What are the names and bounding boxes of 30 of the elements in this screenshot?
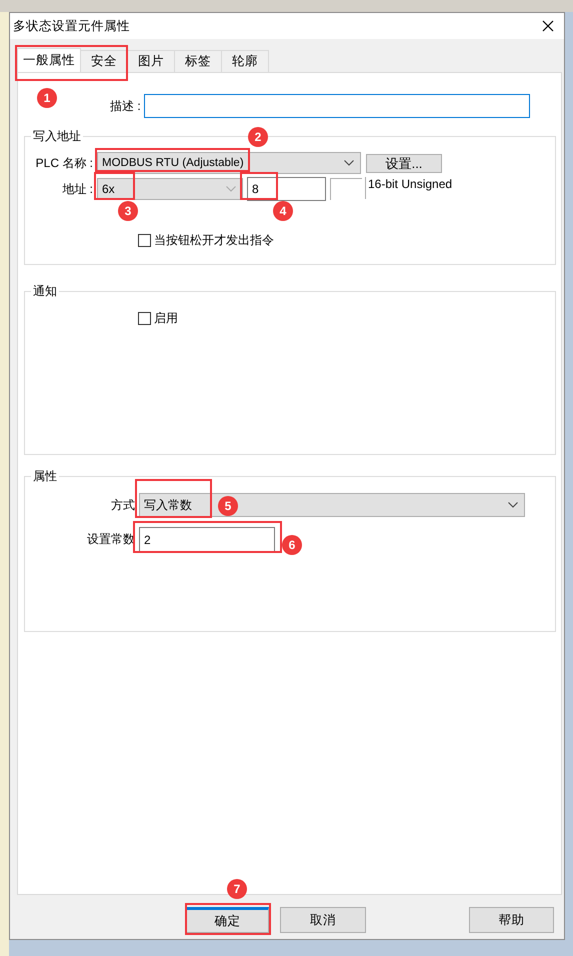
field-label: 设置常数 <box>86 531 136 548</box>
field-label: 地址 : <box>61 180 94 198</box>
tab[interactable]: 轮廓 <box>221 50 269 72</box>
field-label: PLC 名称 : <box>34 154 94 172</box>
group-title: 通知 <box>32 283 58 300</box>
plc-dropdown[interactable]: MODBUS RTU (Adjustable) <box>97 152 361 174</box>
checkbox-label: 启用 <box>154 310 178 327</box>
dialog-button[interactable]: 取消 <box>280 907 366 933</box>
caret-icon <box>344 160 354 166</box>
checkbox[interactable] <box>138 234 151 247</box>
caret-icon <box>508 502 518 508</box>
address-type-dropdown[interactable]: 6x <box>97 178 243 200</box>
checkbox-label: 当按钮松开才发出指令 <box>154 232 274 249</box>
field-label: 描述 : <box>110 98 142 114</box>
group-title: 写入地址 <box>32 128 82 145</box>
checkbox[interactable] <box>138 312 151 325</box>
address-field[interactable]: 8 <box>247 177 326 201</box>
tab[interactable]: 一般属性 <box>17 48 81 72</box>
window-title: 多状态设置元件属性 <box>13 18 130 34</box>
close-icon[interactable] <box>542 20 554 32</box>
constant-field[interactable]: 2 <box>139 527 275 552</box>
dialog-button[interactable]: 确定 <box>186 907 269 933</box>
settings-button[interactable]: 设置... <box>366 154 442 172</box>
data-type-text: 16-bit Unsigned <box>365 177 452 199</box>
caret-icon <box>226 186 236 192</box>
dialog-button[interactable]: 帮助 <box>469 907 554 933</box>
field-label: 方式 <box>110 496 136 514</box>
blank-field <box>330 178 362 200</box>
group-title: 属性 <box>32 468 58 485</box>
description-field[interactable] <box>144 94 530 118</box>
